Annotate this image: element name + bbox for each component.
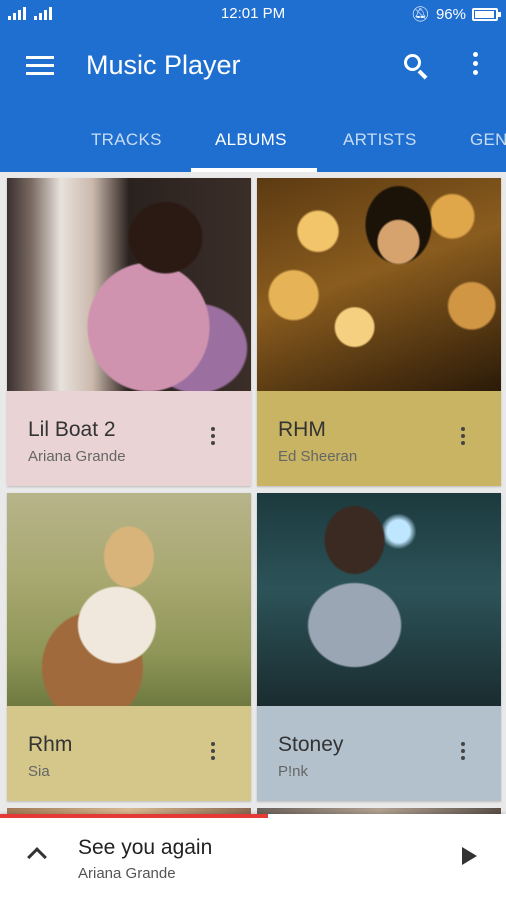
search-icon[interactable] (402, 52, 430, 80)
album-name: Lil Boat 2 (28, 418, 116, 441)
album-name: RHM (278, 418, 326, 441)
album-name: Rhm (28, 733, 73, 756)
album-info: Rhm Sia (7, 706, 251, 801)
more-vert-icon[interactable] (206, 427, 220, 451)
chevron-up-icon[interactable] (27, 847, 47, 867)
more-vert-icon[interactable] (456, 742, 470, 766)
album-art (7, 178, 251, 391)
playback-progress[interactable] (0, 814, 269, 818)
album-art (257, 493, 501, 706)
now-playing-artist: Ariana Grande (78, 865, 176, 882)
album-card[interactable]: Stoney P!nk (257, 493, 501, 801)
active-tab-indicator (191, 168, 317, 172)
play-icon[interactable] (462, 847, 477, 865)
album-art (7, 493, 251, 706)
more-vert-icon[interactable] (468, 52, 482, 80)
more-vert-icon[interactable] (456, 427, 470, 451)
album-artist: Ed Sheeran (278, 448, 358, 465)
album-card[interactable]: RHM Ed Sheeran (257, 178, 501, 486)
battery-percent: 96% (435, 5, 466, 23)
album-art (257, 178, 501, 391)
album-info: RHM Ed Sheeran (257, 391, 501, 486)
status-bar: 12:01 PM 🔕︎ 96% (0, 0, 506, 28)
tab-artists[interactable]: ARTISTS (343, 130, 417, 150)
album-artist: Sia (28, 763, 50, 780)
album-artist: P!nk (278, 763, 309, 780)
album-card[interactable]: Rhm Sia (7, 493, 251, 801)
menu-icon[interactable] (26, 56, 54, 76)
page-title: Music Player (86, 50, 241, 80)
album-name: Stoney (278, 733, 344, 756)
alarm-off-icon: 🔕︎ (410, 6, 430, 23)
album-card[interactable]: Lil Boat 2 Ariana Grande (7, 178, 251, 486)
now-playing-title: See you again (78, 836, 213, 859)
tab-genres[interactable]: GEN (470, 130, 506, 150)
more-vert-icon[interactable] (206, 742, 220, 766)
battery-icon (472, 7, 501, 21)
tab-bar: TRACKS ALBUMS ARTISTS GEN (0, 106, 506, 172)
album-info: Stoney P!nk (257, 706, 501, 801)
app-bar: Music Player (0, 28, 506, 106)
album-info: Lil Boat 2 Ariana Grande (7, 391, 251, 486)
tab-albums[interactable]: ALBUMS (215, 130, 287, 150)
album-artist: Ariana Grande (28, 448, 126, 465)
tab-tracks[interactable]: TRACKS (91, 130, 162, 150)
now-playing-bar[interactable]: See you again Ariana Grande (0, 814, 506, 900)
